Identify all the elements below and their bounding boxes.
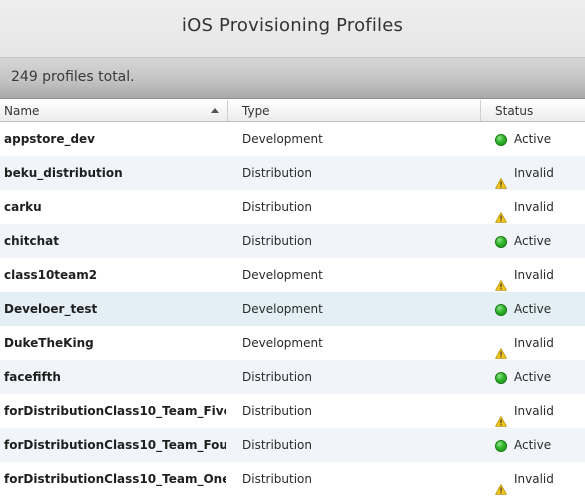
profile-name: chitchat [4, 234, 59, 248]
column-header-type[interactable]: Type [228, 100, 481, 121]
status-label: Active [514, 370, 552, 384]
profile-status: Active [495, 428, 585, 462]
profile-name: carku [4, 200, 42, 214]
title-bar: iOS Provisioning Profiles [0, 0, 585, 58]
status-label: Invalid [514, 166, 554, 180]
profile-status: Active [495, 360, 585, 394]
summary-bar: 249 profiles total. [0, 58, 585, 99]
table-row[interactable]: DukeTheKing Development Invalid [0, 326, 585, 360]
table-header: Name Type Status [0, 100, 585, 122]
profile-type: Distribution [242, 472, 313, 486]
table-row[interactable]: facefifth Distribution Active [0, 360, 585, 394]
green-dot-icon [495, 304, 507, 316]
profile-type: Development [242, 132, 323, 146]
page-title: iOS Provisioning Profiles [181, 15, 404, 36]
profile-name: forDistributionClass10_Team_One [4, 472, 226, 486]
column-header-type-label: Type [242, 104, 270, 118]
green-dot-icon [495, 440, 507, 452]
profiles-table: appstore_dev Development Active beku_distri… [0, 122, 585, 496]
table-row[interactable]: Develoer_test Development Active [0, 292, 585, 326]
profile-name: appstore_dev [4, 132, 96, 146]
profile-status: Invalid [495, 190, 585, 224]
profile-name: forDistributionClass10_Team_Five [4, 404, 226, 418]
table-row[interactable]: carku Distribution Invalid [0, 190, 585, 224]
column-header-name[interactable]: Name [0, 100, 228, 121]
table-row[interactable]: forDistributionClass10_Team_One Distribut… [0, 462, 585, 496]
profile-status: Invalid [495, 462, 585, 496]
profile-name: forDistributionClass10_Team_Four [4, 438, 226, 452]
green-dot-icon [495, 134, 507, 146]
profile-type: Distribution [242, 200, 313, 214]
table-row[interactable]: forDistributionClass10_Team_Five Distribu… [0, 394, 585, 428]
profile-status: Active [495, 224, 585, 258]
profile-type: Distribution [242, 370, 313, 384]
profile-name: facefifth [4, 370, 61, 384]
status-label: Invalid [514, 404, 554, 418]
column-header-status[interactable]: Status [481, 100, 585, 121]
profile-type: Distribution [242, 438, 313, 452]
warning-icon [495, 406, 507, 427]
profile-status: Invalid [495, 258, 585, 292]
warning-icon [495, 270, 507, 291]
profile-type: Distribution [242, 234, 313, 248]
profile-status: Invalid [495, 394, 585, 428]
table-row[interactable]: forDistributionClass10_Team_Four Distribu… [0, 428, 585, 462]
profile-type: Development [242, 336, 323, 350]
sort-ascending-icon [211, 108, 219, 113]
table-row[interactable]: beku_distribution Distribution Invalid [0, 156, 585, 190]
profile-status: Active [495, 122, 585, 156]
green-dot-icon [495, 236, 507, 248]
profile-status: Invalid [495, 326, 585, 360]
profile-count: 249 profiles total. [11, 69, 135, 85]
status-label: Active [514, 132, 552, 146]
status-label: Invalid [514, 200, 554, 214]
status-label: Active [514, 234, 552, 248]
column-header-status-label: Status [495, 104, 534, 118]
profile-name: class10team2 [4, 268, 98, 282]
profile-type: Development [242, 302, 323, 316]
warning-icon [495, 338, 507, 359]
profile-name: beku_distribution [4, 166, 123, 180]
column-header-name-label: Name [4, 104, 40, 118]
green-dot-icon [495, 372, 507, 384]
profile-type: Distribution [242, 166, 313, 180]
status-label: Invalid [514, 336, 554, 350]
profile-type: Development [242, 268, 323, 282]
profile-status: Invalid [495, 156, 585, 190]
profile-status: Active [495, 292, 585, 326]
table-row[interactable]: chitchat Distribution Active [0, 224, 585, 258]
table-row[interactable]: class10team2 Development Invalid [0, 258, 585, 292]
status-label: Invalid [514, 472, 554, 486]
warning-icon [495, 474, 507, 495]
warning-icon [495, 168, 507, 189]
profile-name: DukeTheKing [4, 336, 94, 350]
status-label: Invalid [514, 268, 554, 282]
status-label: Active [514, 302, 552, 316]
profile-type: Distribution [242, 404, 313, 418]
profile-name: Develoer_test [4, 302, 98, 316]
warning-icon [495, 202, 507, 223]
table-row[interactable]: appstore_dev Development Active [0, 122, 585, 156]
status-label: Active [514, 438, 552, 452]
